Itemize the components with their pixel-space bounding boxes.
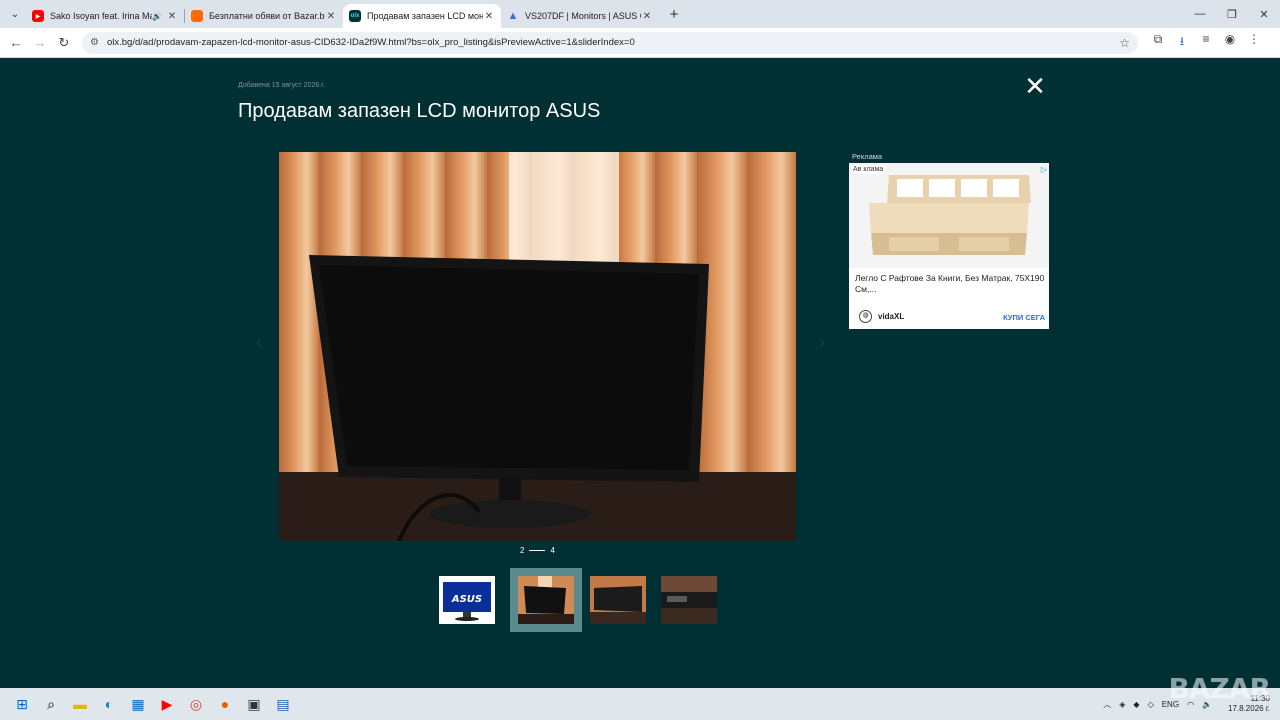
site-info-icon[interactable]: ⚙ — [90, 37, 99, 48]
ad-title[interactable]: Легло С Рафтове За Книги, Без Матрак, 75… — [855, 273, 1045, 295]
profile-icon[interactable]: ◉ — [1218, 32, 1242, 53]
thumbnail-asus-logo-image: ASUS — [439, 576, 495, 624]
ad-tag: Ав клама — [851, 165, 886, 174]
close-window-icon[interactable]: ✕ — [1248, 8, 1280, 21]
media-control-icon[interactable]: ≡ — [1194, 32, 1218, 53]
app-icon[interactable]: ▤ — [271, 692, 295, 716]
url-text[interactable]: olx.bg/d/ad/prodavam-zapazen-lcd-monitor… — [107, 37, 1119, 48]
terminal-icon[interactable]: ▣ — [242, 692, 266, 716]
thumbnail-4[interactable] — [661, 576, 717, 624]
main-listing-photo[interactable] — [279, 152, 796, 541]
advertisement[interactable]: Ав клама ▷ Легло С Рафтове За Книги, Без… — [849, 163, 1049, 329]
minimize-icon[interactable]: — — [1184, 8, 1216, 21]
edge-icon[interactable]: ◐ — [97, 692, 121, 716]
counter-divider — [529, 550, 546, 551]
thumbnail-2-active[interactable] — [510, 568, 582, 632]
counter-current: 2 — [520, 546, 525, 555]
youtube-favicon-icon: ▶ — [32, 10, 44, 22]
thumbnail-3[interactable] — [590, 576, 646, 624]
url-bar[interactable]: ⚙ olx.bg/d/ad/prodavam-zapazen-lcd-monit… — [82, 31, 1138, 54]
globe-icon: ◍ — [859, 310, 872, 323]
tab-title: Безплатни обяви от Bazar.bg - — [209, 11, 325, 21]
previous-image-arrow-icon[interactable]: ‹ — [249, 332, 269, 352]
thumbnail-1[interactable]: ASUS — [439, 576, 495, 624]
extensions-icon[interactable]: ⧉ — [1146, 32, 1170, 53]
tab-search-chevron-icon[interactable]: ⌄ — [4, 3, 26, 25]
adchoices-icon[interactable]: ▷ — [1041, 165, 1047, 174]
window-controls: — ❐ ✕ — [1184, 8, 1280, 21]
asus-favicon-icon: ▲ — [507, 10, 519, 22]
bazar-watermark-logo: BAZAR — [1168, 672, 1271, 705]
bookmark-star-icon[interactable]: ☆ — [1119, 36, 1130, 50]
firefox-icon[interactable]: ● — [213, 692, 237, 716]
thumbnail-strip: ASUS — [439, 568, 732, 632]
toolbar-icons: ⧉ ⭳ ≡ ◉ ⋮ — [1146, 32, 1266, 53]
tray-app-icon-2[interactable]: ◆ — [1133, 700, 1139, 709]
restore-icon[interactable]: ❐ — [1216, 8, 1248, 21]
close-tab-icon[interactable]: ✕ — [641, 11, 653, 22]
forward-arrow-icon[interactable]: → — [28, 35, 52, 50]
ad-brand-name: vidaXL — [878, 312, 905, 321]
tab-asus[interactable]: ▲ VS207DF | Monitors | ASUS Gl... ✕ — [501, 4, 659, 28]
search-icon[interactable]: ⌕ — [39, 692, 63, 716]
thumbnail-monitor-back-image — [661, 576, 717, 624]
ad-buy-now-button[interactable]: КУПИ СЕГА — [1003, 313, 1045, 322]
bed-product-image — [849, 163, 1049, 268]
counter-total: 4 — [550, 546, 555, 555]
ad-label: Реклама — [852, 152, 883, 161]
tab-title: Продавам запазен LCD мони... — [367, 11, 483, 21]
next-image-arrow-icon[interactable]: › — [812, 332, 832, 352]
download-icon[interactable]: ⭳ — [1170, 32, 1194, 53]
olx-favicon-icon: olx — [349, 10, 361, 22]
chrome-icon[interactable]: ◎ — [184, 692, 208, 716]
tray-app-icon[interactable]: ◈ — [1119, 700, 1125, 709]
clock-date: 17.8.2026 г. — [1228, 704, 1270, 713]
menu-kebab-icon[interactable]: ⋮ — [1242, 32, 1266, 53]
windows-start-icon[interactable]: ⊞ — [10, 692, 34, 716]
youtube-icon[interactable]: ▶ — [155, 692, 179, 716]
reload-icon[interactable]: ↻ — [52, 35, 76, 51]
svg-text:ASUS: ASUS — [451, 594, 482, 605]
back-arrow-icon[interactable]: ← — [4, 35, 28, 50]
close-tab-icon[interactable]: ✕ — [325, 11, 337, 22]
gallery-overlay: Добавена 15 август 2026 г. Продавам запа… — [0, 58, 1280, 688]
close-tab-icon[interactable]: ✕ — [483, 11, 495, 22]
monitor-photo-image — [279, 152, 796, 541]
tab-bazar[interactable]: Безплатни обяви от Bazar.bg - ✕ — [185, 4, 343, 28]
tab-youtube[interactable]: ▶ Sako Isoyan feat. Irina Mak... 🔊 ✕ — [26, 4, 184, 28]
bazar-favicon-icon — [191, 10, 203, 22]
browser-tab-bar: ⌄ ▶ Sako Isoyan feat. Irina Mak... 🔊 ✕ Б… — [0, 0, 1280, 28]
tab-olx-active[interactable]: olx Продавам запазен LCD мони... ✕ — [343, 4, 501, 28]
posted-date: Добавена 15 август 2026 г. — [238, 82, 325, 89]
tray-chevron-up-icon[interactable]: ︿ — [1103, 699, 1111, 710]
image-counter: 2 4 — [520, 546, 555, 555]
close-tab-icon[interactable]: ✕ — [166, 11, 178, 22]
store-icon[interactable]: ▦ — [126, 692, 150, 716]
thumbnail-monitor-photo-image — [518, 576, 574, 624]
thumbnail-monitor-side-image — [590, 576, 646, 624]
close-gallery-icon[interactable]: ✕ — [1024, 74, 1046, 100]
ad-brand[interactable]: ◍ vidaXL — [859, 310, 904, 323]
file-explorer-icon[interactable]: ▬ — [68, 692, 92, 716]
tab-title: Sako Isoyan feat. Irina Mak... — [50, 11, 152, 21]
windows-taskbar: ⊞ ⌕ ▬ ◐ ▦ ▶ ◎ ● ▣ ▤ ︿ ◈ ◆ ◇ ENG ◠ 🔈 11:3… — [0, 688, 1280, 720]
tray-app-icon-3[interactable]: ◇ — [1148, 700, 1154, 709]
new-tab-button[interactable]: + — [663, 6, 685, 23]
tab-title: VS207DF | Monitors | ASUS Gl... — [525, 11, 641, 21]
listing-title: Продавам запазен LCD монитор ASUS — [238, 100, 601, 122]
ad-image[interactable]: Ав клама ▷ — [849, 163, 1049, 268]
speaker-icon[interactable]: 🔊 — [152, 12, 162, 21]
address-toolbar: ← → ↻ ⚙ olx.bg/d/ad/prodavam-zapazen-lcd… — [0, 28, 1280, 58]
